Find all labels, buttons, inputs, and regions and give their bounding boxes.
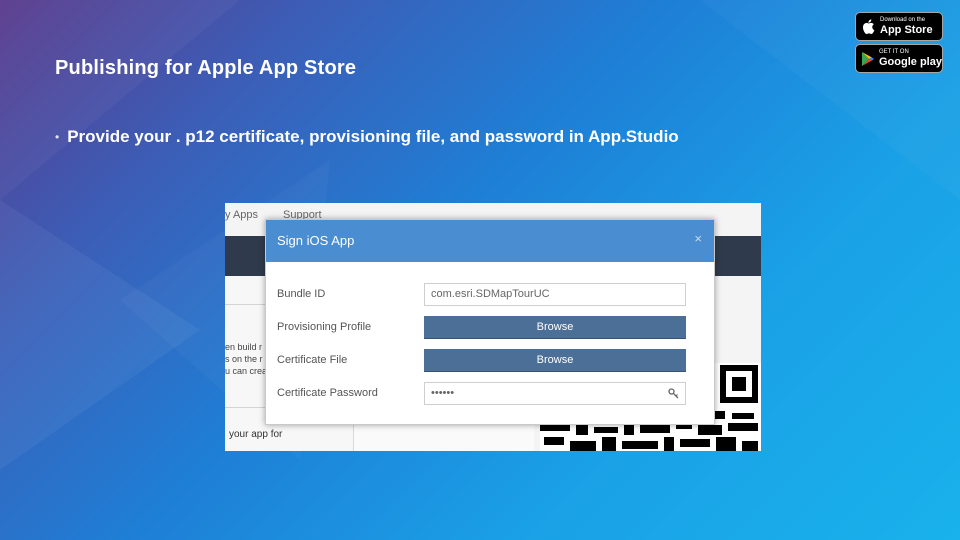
- left-text-line: u can crea: [225, 366, 268, 376]
- google-play-big-text: Google play: [879, 56, 942, 68]
- play-icon: [862, 51, 874, 66]
- certificate-password-row: Certificate Password ••••••: [277, 381, 686, 405]
- left-bottom-text: your app for: [229, 429, 283, 440]
- app-store-big-text: App Store: [880, 24, 933, 36]
- google-play-small-text: GET IT ON: [879, 49, 909, 55]
- slide-title: Publishing for Apple App Store: [55, 57, 357, 79]
- provisioning-profile-row: Provisioning Profile Browse: [277, 315, 686, 339]
- nav-my-apps[interactable]: y Apps: [225, 209, 258, 221]
- certificate-password-input[interactable]: ••••••: [424, 381, 686, 405]
- app-store-small-text: Download on the: [880, 17, 926, 23]
- app-store-badge[interactable]: Download on the App Store: [855, 12, 943, 41]
- provisioning-profile-label: Provisioning Profile: [277, 321, 372, 333]
- bundle-id-label: Bundle ID: [277, 288, 326, 300]
- certificate-file-label: Certificate File: [277, 354, 348, 366]
- bundle-id-input[interactable]: com.esri.SDMapTourUC: [424, 282, 686, 306]
- certificate-file-row: Certificate File Browse: [277, 348, 686, 372]
- provisioning-browse-button[interactable]: Browse: [424, 315, 686, 339]
- bullet-marker: •: [55, 130, 60, 144]
- bullet-text: Provide your . p12 certificate, provisio…: [67, 127, 679, 146]
- close-icon[interactable]: ×: [694, 231, 702, 246]
- certificate-browse-button[interactable]: Browse: [424, 348, 686, 372]
- sign-ios-dialog: Sign iOS App × Bundle ID com.esri.SDMapT…: [265, 219, 715, 425]
- certificate-password-label: Certificate Password: [277, 387, 378, 399]
- password-value: ••••••: [431, 387, 455, 399]
- apple-icon: [862, 19, 875, 34]
- store-badges: Download on the App Store GET IT ON Goog…: [855, 12, 943, 76]
- left-text-line: s on the r: [225, 354, 263, 364]
- key-icon[interactable]: [668, 387, 679, 399]
- google-play-badge[interactable]: GET IT ON Google play: [855, 44, 943, 73]
- left-text-line: en build r: [225, 342, 263, 352]
- bundle-id-row: Bundle ID com.esri.SDMapTourUC: [277, 282, 686, 306]
- dialog-title: Sign iOS App: [277, 233, 355, 248]
- dialog-header: Sign iOS App ×: [266, 220, 714, 262]
- bullet-item: • Provide your . p12 certificate, provis…: [55, 127, 679, 147]
